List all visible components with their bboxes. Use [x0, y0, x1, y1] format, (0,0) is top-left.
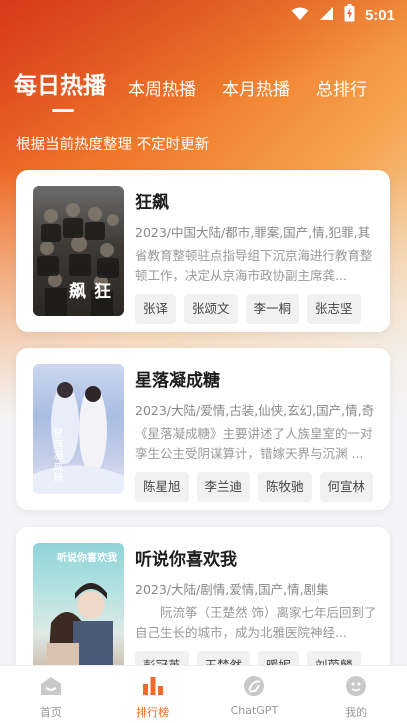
- cast-tag[interactable]: 李兰迪: [196, 472, 251, 502]
- cast-tag[interactable]: 张译: [135, 294, 177, 324]
- bottom-nav: 首页 排行榜 ChatGPT 我的: [0, 665, 407, 723]
- item-description: 省教育整顿驻点指导组下沉京海进行教育整顿工作，决定从京海市政协副主席龚...: [135, 248, 373, 283]
- signal-icon: [319, 6, 334, 25]
- poster-title-text: 听说你喜欢我: [57, 553, 117, 564]
- item-meta: 2023/中国大陆/都市,罪案,国产,情,犯罪,其: [135, 225, 371, 240]
- tab-daily[interactable]: 每日热播: [14, 66, 106, 112]
- home-icon: [39, 674, 63, 698]
- cast-tags: 张译 张颂文 李一桐 张志坚: [135, 294, 378, 324]
- nav-ranking-label: 排行榜: [136, 706, 170, 719]
- ranking-tabs: 每日热播 本周热播 本月热播 总排行: [14, 66, 399, 112]
- chatgpt-icon: [242, 674, 266, 698]
- status-time: 5:01: [364, 6, 395, 24]
- nav-ranking[interactable]: 排行榜: [102, 666, 204, 723]
- item-description: 阮流筝（王楚然 饰）离家七年后回到了自己生长的城市，成为北雅医院神经...: [135, 605, 377, 640]
- status-bar: 5:01: [0, 0, 407, 30]
- cast-tag[interactable]: 张志坚: [307, 294, 361, 324]
- cast-tag[interactable]: 陈牧驰: [258, 472, 312, 502]
- poster-title-text: 星落凝成糖: [51, 428, 62, 483]
- nav-profile[interactable]: 我的: [305, 666, 407, 723]
- cast-tag[interactable]: 何宣林: [319, 472, 374, 502]
- battery-icon: [344, 4, 355, 26]
- wifi-icon: [291, 6, 309, 25]
- item-title: 狂飙: [135, 193, 169, 213]
- item-title: 听说你喜欢我: [135, 550, 237, 570]
- nav-home-label: 首页: [39, 706, 62, 719]
- list-item[interactable]: 星落凝成糖 星落凝成糖 2023/大陆/爱情,古装,仙侠,玄幻,国产,情,奇 《…: [16, 348, 390, 510]
- cast-tag[interactable]: 陈星旭: [135, 472, 189, 502]
- list-item[interactable]: 狂飙 狂飙 2023/中国大陆/都市,罪案,国产,情,犯罪,其 省教育整顿驻点指…: [16, 170, 390, 332]
- nav-chatgpt-label: ChatGPT: [230, 704, 279, 717]
- profile-icon: [344, 674, 368, 698]
- nav-chatgpt[interactable]: ChatGPT: [204, 666, 306, 723]
- item-title: 星落凝成糖: [135, 371, 220, 391]
- tab-weekly[interactable]: 本周热播: [128, 75, 196, 100]
- poster-image: 星落凝成糖: [33, 364, 124, 494]
- cast-tag[interactable]: 李一桐: [245, 294, 300, 324]
- nav-home[interactable]: 首页: [0, 666, 102, 723]
- ranking-icon: [141, 674, 165, 698]
- poster-image: 狂飙: [33, 186, 124, 316]
- nav-profile-label: 我的: [345, 706, 368, 719]
- tab-overall[interactable]: 总排行: [316, 75, 367, 100]
- poster-image: 听说你喜欢我: [33, 543, 124, 673]
- poster-title-text: 狂飙: [65, 282, 110, 301]
- item-meta: 2023/大陆/爱情,古装,仙侠,玄幻,国产,情,奇: [135, 403, 375, 418]
- item-description: 《星落凝成糖》主要讲述了人族皇室的一对孪生公主受阴谋算计，错嫁天界与沉渊 ...: [135, 426, 373, 461]
- item-meta: 2023/大陆/剧情,爱情,国产,情,剧集: [135, 582, 329, 597]
- tab-monthly[interactable]: 本月热播: [222, 75, 290, 100]
- cast-tags: 陈星旭 李兰迪 陈牧驰 何宣林: [135, 472, 378, 502]
- cast-tag[interactable]: 张颂文: [184, 294, 238, 324]
- page-subtitle: 根据当前热度整理 不定时更新: [16, 137, 210, 153]
